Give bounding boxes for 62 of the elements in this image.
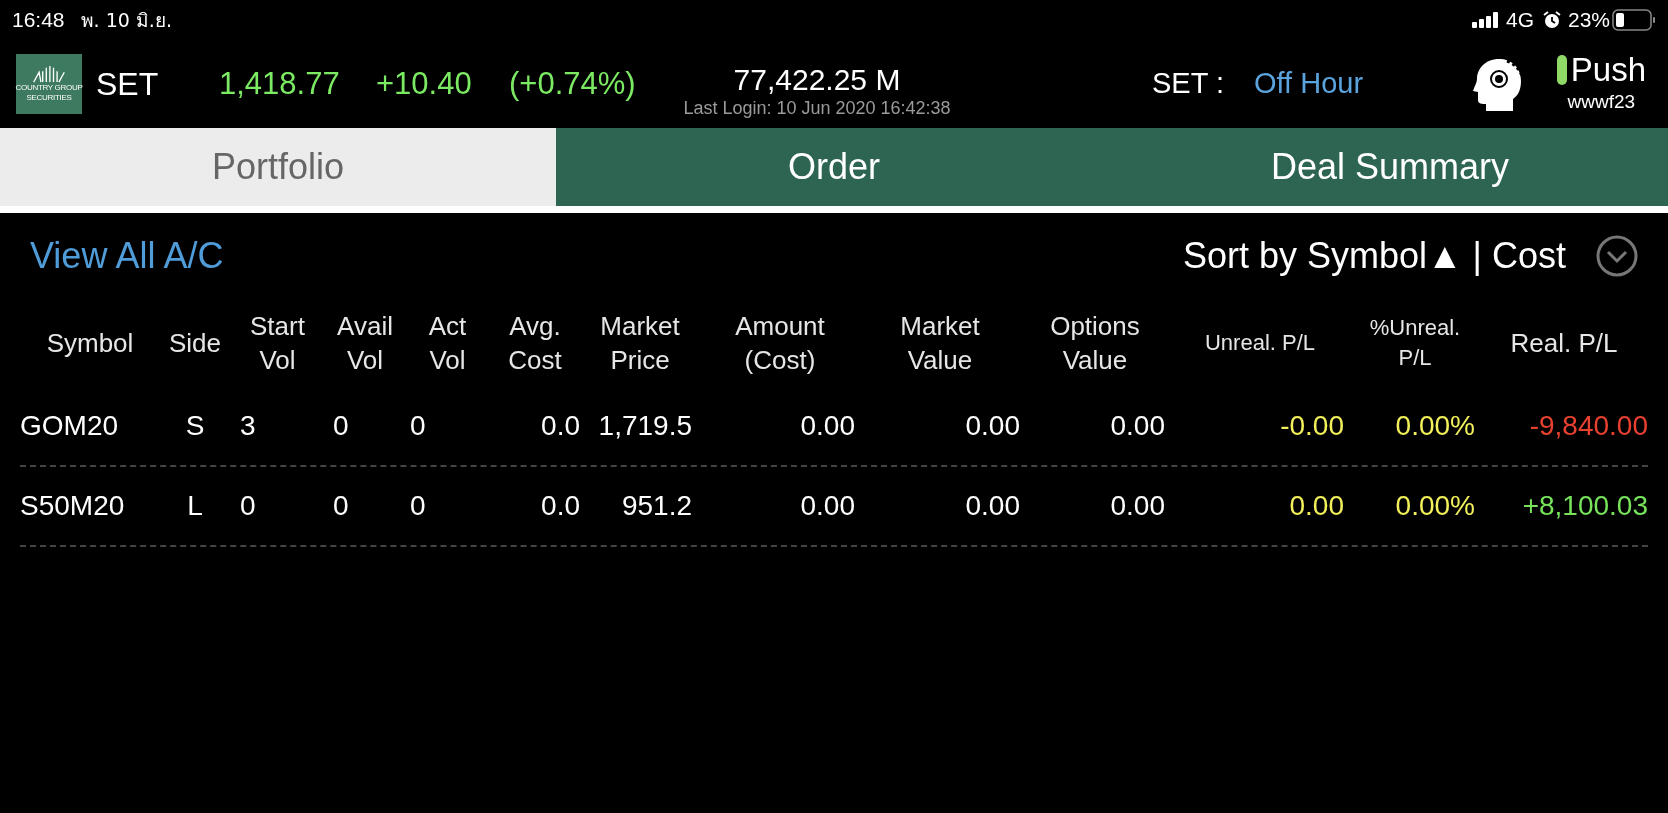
index-value: 1,418.77: [219, 64, 341, 103]
network-label: 4G: [1505, 7, 1534, 34]
column-header: Market Price: [599, 310, 681, 377]
table-cell-text: GOM20: [20, 409, 120, 443]
table-cell-text: 0.00%: [1394, 409, 1476, 443]
table-cell-text: 0.00%: [1394, 489, 1476, 523]
table-cell-text: 0.00: [1288, 489, 1345, 523]
table-cell-text: 0.00: [1109, 409, 1166, 443]
table-cell-text: 0.00: [1109, 489, 1166, 523]
logo-text: SECURITIES: [26, 93, 72, 103]
push-label: Push: [1570, 51, 1646, 88]
battery-icon: [1612, 9, 1656, 31]
market-name: SET: [96, 65, 160, 104]
column-header: Unreal. P/L: [1203, 329, 1317, 357]
column-header: Options Value: [1049, 310, 1141, 377]
table-cell-text: -0.00: [1279, 409, 1345, 443]
table-cell-text: +8,100.03: [1521, 489, 1648, 523]
logo-icon: [30, 65, 68, 83]
signal-icon: [1471, 12, 1500, 28]
table-cell-text: 951.2: [620, 489, 693, 523]
table-cell-text: S50M20: [20, 489, 126, 523]
session-status: Off Hour: [1254, 66, 1364, 102]
column-header: Act Vol: [427, 310, 468, 377]
clock-time: 16:48: [12, 7, 65, 34]
column-header: Side: [167, 327, 222, 360]
last-login: Last Login: 10 Jun 2020 16:42:38: [683, 97, 951, 119]
table-cell-text: 0: [409, 489, 427, 523]
table-cell-text: -9,840.00: [1528, 409, 1648, 443]
index-change-percent: (+0.74%): [509, 64, 637, 103]
status-date: พ. 10 มิ.ย.: [80, 7, 172, 33]
column-header: Market Value: [899, 310, 981, 377]
table-cell-text: S: [184, 409, 206, 443]
table-cell-text: 0.00: [799, 409, 856, 443]
tab[interactable]: Portfolio: [0, 128, 556, 206]
table-cell-text: 0: [409, 409, 427, 443]
sort-option[interactable]: Sort by Symbol▲ | Cost: [1182, 229, 1566, 283]
table-cell-text: 1,719.5: [597, 409, 693, 443]
table-cell-text: 3: [239, 409, 257, 443]
table-cell-text: 0: [332, 489, 350, 523]
trade-volume: 77,422.25 M: [733, 63, 901, 97]
table-cell-text: 0.00: [964, 409, 1020, 443]
column-header: %Unreal. P/L: [1368, 314, 1462, 372]
table-cell-text: 0.0: [540, 409, 580, 443]
session-label: SET :: [1152, 66, 1224, 102]
column-header: Amount (Cost): [734, 310, 826, 377]
table-cell-text: 0.00: [799, 489, 856, 523]
battery-percent: 23%: [1567, 7, 1610, 34]
view-all-link[interactable]: View All A/C: [30, 229, 224, 283]
column-header: Avail Vol: [336, 310, 394, 377]
table-cell-text: L: [186, 489, 204, 523]
table-cell-text: 0.00: [964, 489, 1020, 523]
column-header: Symbol: [45, 327, 135, 360]
table-cell-text: 0.0: [540, 489, 580, 523]
table-cell-text: 0: [239, 489, 257, 523]
table-cell-text: 0: [332, 409, 350, 443]
column-header: Real. P/L: [1509, 327, 1619, 360]
index-change: +10.40: [376, 64, 473, 103]
alarm-icon: [1541, 10, 1562, 30]
column-header: Start Vol: [249, 310, 306, 377]
username: wwwf23: [1567, 89, 1636, 114]
column-header: Avg. Cost: [507, 310, 563, 377]
chevron-down-icon[interactable]: [1596, 235, 1638, 277]
